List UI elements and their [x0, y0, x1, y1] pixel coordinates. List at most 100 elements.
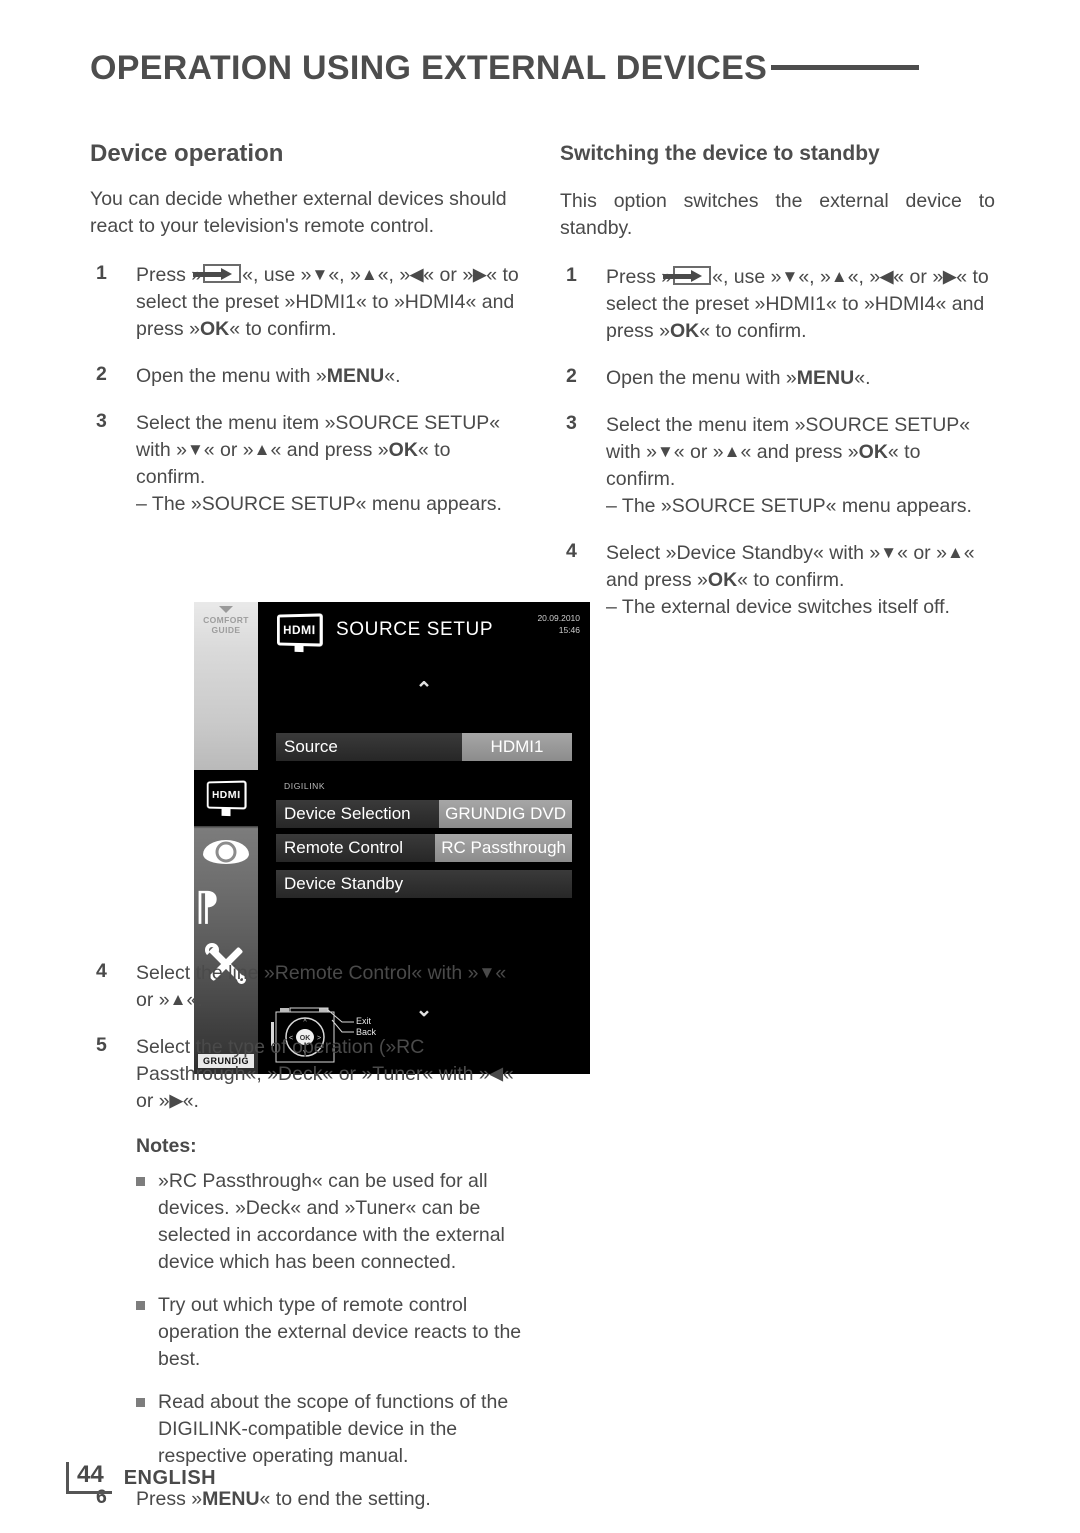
chevron-up-icon [219, 606, 233, 613]
step-text: Open the menu with » [606, 367, 797, 389]
key-up-icon: ▲ [253, 440, 271, 459]
bullet-icon [136, 1301, 145, 1310]
osd-comfort-guide-label: COMFORT GUIDE [194, 615, 258, 635]
left-column: Device operation You can decide whether … [90, 140, 590, 1510]
step-body: Select the menu item »SOURCE SETUP« with… [136, 412, 525, 518]
osd-row-label: Device Selection [284, 804, 411, 823]
step-body: Select the menu item »SOURCE SETUP« with… [606, 414, 995, 520]
right-step-2: 2 Open the menu with »MENU«. [560, 365, 995, 392]
step-text: «. [186, 989, 203, 1011]
osd-row-remote-control[interactable]: Remote Control RC Passthrough [276, 834, 572, 862]
hdmi-icon-label: HDMI [283, 622, 316, 638]
key-left-icon: ◀ [880, 267, 894, 286]
right-intro-paragraph: This option switches the external device… [560, 190, 995, 239]
source-input-button-icon [663, 266, 712, 286]
osd-row-value: RC Passthrough [435, 834, 572, 862]
step-number: 5 [96, 1034, 107, 1056]
step-number: 1 [566, 264, 577, 286]
left-step-1: 1 Press » «, use »▼«, »▲«, »◀« or »▶« to … [90, 262, 525, 343]
key-right-icon: ▶ [943, 267, 957, 286]
osd-row-label: Device Standby [284, 874, 404, 893]
osd-row-device-selection[interactable]: Device Selection GRUNDIG DVD [276, 800, 572, 828]
step-text: Select »Device Standby« with » [606, 542, 881, 564]
osd-sidebar-item-picture[interactable] [194, 830, 258, 876]
step-text: «, » [328, 264, 361, 286]
step-text: «, use » [712, 266, 782, 288]
step-body: Press » «, use »▼«, »▲«, »◀« or »▶« to se… [136, 264, 519, 340]
key-menu-label: MENU [326, 365, 385, 387]
step-text: Open the menu with » [136, 365, 327, 387]
note-item: Read about the scope of functions of the… [90, 1389, 525, 1470]
key-down-icon: ▼ [311, 265, 329, 284]
step-subnote: – The »SOURCE SETUP« menu appears. [136, 493, 502, 515]
step-text: «, » [798, 266, 831, 288]
step-text: «, » [377, 264, 411, 286]
step-number: 3 [566, 412, 577, 434]
page-header: OPERATION USING EXTERNAL DEVICES [90, 48, 990, 104]
bullet-icon [136, 1177, 145, 1186]
step-number: 2 [96, 363, 107, 385]
notes-heading: Notes: [136, 1135, 197, 1157]
step-text: Select the line »Remote Control« with » [136, 962, 479, 984]
key-right-icon: ▶ [169, 1091, 183, 1110]
step-subnote: – The »SOURCE SETUP« menu appears. [606, 495, 972, 517]
key-down-icon: ▼ [781, 267, 799, 286]
step-text: «, » [847, 266, 881, 288]
osd-group-label-digilink: DIGILINK [284, 781, 326, 791]
key-right-icon: ▶ [473, 265, 487, 284]
step-text: « to confirm. [229, 318, 337, 340]
step-text: «. [182, 1090, 199, 1112]
osd-row-value: GRUNDIG DVD [439, 800, 572, 828]
key-left-icon: ◀ [489, 1064, 503, 1083]
left-step-4: 4 Select the line »Remote Control« with … [90, 960, 525, 1014]
note-item: »RC Passthrough« can be used for all dev… [90, 1168, 525, 1276]
step-text: « to confirm. [737, 569, 845, 591]
key-down-icon: ▼ [880, 543, 898, 562]
step-text: « or » [897, 542, 947, 564]
osd-title-row: HDMI SOURCE SETUP [276, 613, 493, 647]
step-subnote: – The external device switches itself of… [606, 596, 950, 618]
step-number: 3 [96, 410, 107, 432]
hdmi-icon: HDMI [206, 780, 247, 810]
key-ok-label: OK [388, 439, 418, 461]
osd-sidebar-item-sound[interactable]: ⁋ [194, 880, 258, 934]
comfort-label-line1: COMFORT [203, 615, 249, 625]
key-left-icon: ◀ [410, 265, 424, 284]
key-down-icon: ▼ [186, 440, 204, 459]
left-section-title: Device operation [90, 140, 284, 167]
note-text: »RC Passthrough« can be used for all dev… [158, 1170, 505, 1273]
step-text: « or » [423, 264, 474, 286]
osd-sidebar-item-hdmi[interactable]: HDMI [194, 770, 258, 826]
step-text: « or » [893, 266, 944, 288]
left-step-3: 3 Select the menu item »SOURCE SETUP« wi… [90, 410, 525, 518]
step-number: 4 [566, 540, 577, 562]
osd-scroll-up-icon[interactable]: ⌃ [416, 680, 433, 700]
page-footer: 44 ENGLISH [66, 1462, 216, 1494]
step-number: 1 [96, 262, 107, 284]
right-column: Switching the device to standby This opt… [560, 140, 995, 641]
step-text: « or » [203, 439, 254, 461]
header-rule [771, 64, 920, 70]
bullet-icon [136, 1398, 145, 1407]
key-down-icon: ▼ [656, 442, 674, 461]
step-body: Open the menu with »MENU«. [606, 367, 870, 389]
step-text: « and press » [740, 441, 859, 463]
step-text: « to end the setting. [259, 1488, 431, 1510]
key-up-icon: ▲ [723, 442, 741, 461]
footer-language: ENGLISH [123, 1467, 217, 1489]
osd-row-source[interactable]: Source HDMI1 [276, 733, 572, 761]
note-item: Try out which type of remote control ope… [90, 1292, 525, 1373]
key-menu-label: MENU [796, 367, 855, 389]
comfort-label-line2: GUIDE [211, 625, 241, 635]
right-step-1: 1 Press » «, use »▼«, »▲«, »◀« or »▶« to … [560, 264, 995, 345]
key-up-icon: ▲ [169, 990, 187, 1009]
eye-icon [203, 840, 249, 864]
osd-row-label: Source [284, 737, 338, 756]
hdmi-icon-label: HDMI [212, 788, 241, 802]
key-down-icon: ▼ [478, 963, 496, 982]
step-body: Press » «, use »▼«, »▲«, »◀« or »▶« to se… [606, 266, 989, 342]
osd-row-device-standby[interactable]: Device Standby [276, 870, 572, 898]
left-step-5: 5 Select the type of operation (»RC Pass… [90, 1034, 525, 1115]
key-up-icon: ▲ [946, 543, 964, 562]
ear-icon: ⁋ [194, 885, 220, 929]
